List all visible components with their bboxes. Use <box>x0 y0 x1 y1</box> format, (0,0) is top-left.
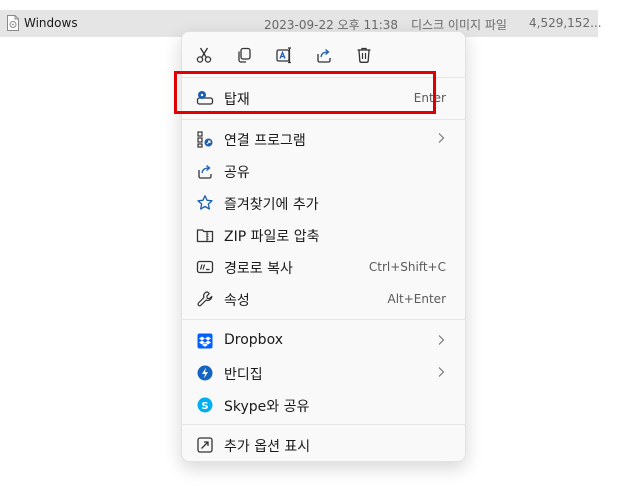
share-icon <box>196 162 214 180</box>
rename-button[interactable] <box>271 42 297 68</box>
menu-item-label: 반디집 <box>224 367 263 383</box>
svg-text:S: S <box>201 401 208 412</box>
menu-item-show-more-options[interactable]: 추가 옵션 표시 <box>186 430 462 460</box>
cut-button[interactable] <box>191 42 217 68</box>
delete-icon <box>357 47 371 63</box>
menu-item-label: Skype와 공유 <box>224 399 310 415</box>
menu-item-properties[interactable]: 속성 Alt+Enter <box>186 284 462 314</box>
chevron-right-icon <box>438 133 445 143</box>
menu-separator <box>182 424 465 425</box>
chevron-right-icon <box>438 335 445 345</box>
rename-icon <box>276 47 291 64</box>
cut-icon <box>196 47 212 63</box>
open-with-icon <box>196 130 214 148</box>
menu-separator <box>182 319 465 320</box>
zip-icon <box>196 226 214 244</box>
shortcut-text: Alt+Enter <box>387 292 446 306</box>
skype-icon: S <box>196 396 214 414</box>
bandizip-icon <box>196 364 214 382</box>
copy-icon <box>238 47 251 63</box>
file-name: Windows <box>24 16 78 30</box>
menu-item-label: 경로로 복사 <box>224 261 293 277</box>
menu-item-skype-share[interactable]: S Skype와 공유 <box>186 390 462 420</box>
menu-item-share[interactable]: 공유 <box>186 156 462 186</box>
share-icon <box>317 49 331 63</box>
menu-item-add-to-favorites[interactable]: 즐겨찾기에 추가 <box>186 188 462 218</box>
delete-button[interactable] <box>351 42 377 68</box>
share-toolbar-button[interactable] <box>311 42 337 68</box>
menu-separator <box>182 119 465 120</box>
menu-item-label: ZIP 파일로 압축 <box>224 229 320 245</box>
highlight-box <box>174 71 436 114</box>
more-options-icon <box>196 436 214 454</box>
menu-item-bandizip[interactable]: 반디집 <box>186 358 462 388</box>
shortcut-text: Ctrl+Shift+C <box>368 260 446 274</box>
menu-item-copy-as-path[interactable]: 경로로 복사 Ctrl+Shift+C <box>186 252 462 282</box>
menu-item-label: 즐겨찾기에 추가 <box>224 197 319 213</box>
chevron-right-icon <box>438 367 445 377</box>
star-icon <box>196 194 214 212</box>
menu-item-label: 공유 <box>224 165 250 181</box>
wrench-icon <box>196 290 214 308</box>
menu-item-label: 연결 프로그램 <box>224 133 306 149</box>
path-icon <box>196 258 214 276</box>
menu-item-label: Dropbox <box>224 332 283 348</box>
context-menu-toolbar <box>182 32 465 76</box>
copy-button[interactable] <box>231 42 257 68</box>
file-size: 4,529,152... <box>529 16 602 30</box>
disk-image-file-icon <box>6 15 20 31</box>
menu-item-label: 추가 옵션 표시 <box>224 439 311 455</box>
menu-item-dropbox[interactable]: Dropbox <box>186 326 462 356</box>
menu-item-label: 속성 <box>224 293 250 309</box>
menu-item-compress-zip[interactable]: ZIP 파일로 압축 <box>186 220 462 250</box>
dropbox-icon <box>196 332 214 350</box>
menu-item-open-with[interactable]: 연결 프로그램 <box>186 124 462 154</box>
